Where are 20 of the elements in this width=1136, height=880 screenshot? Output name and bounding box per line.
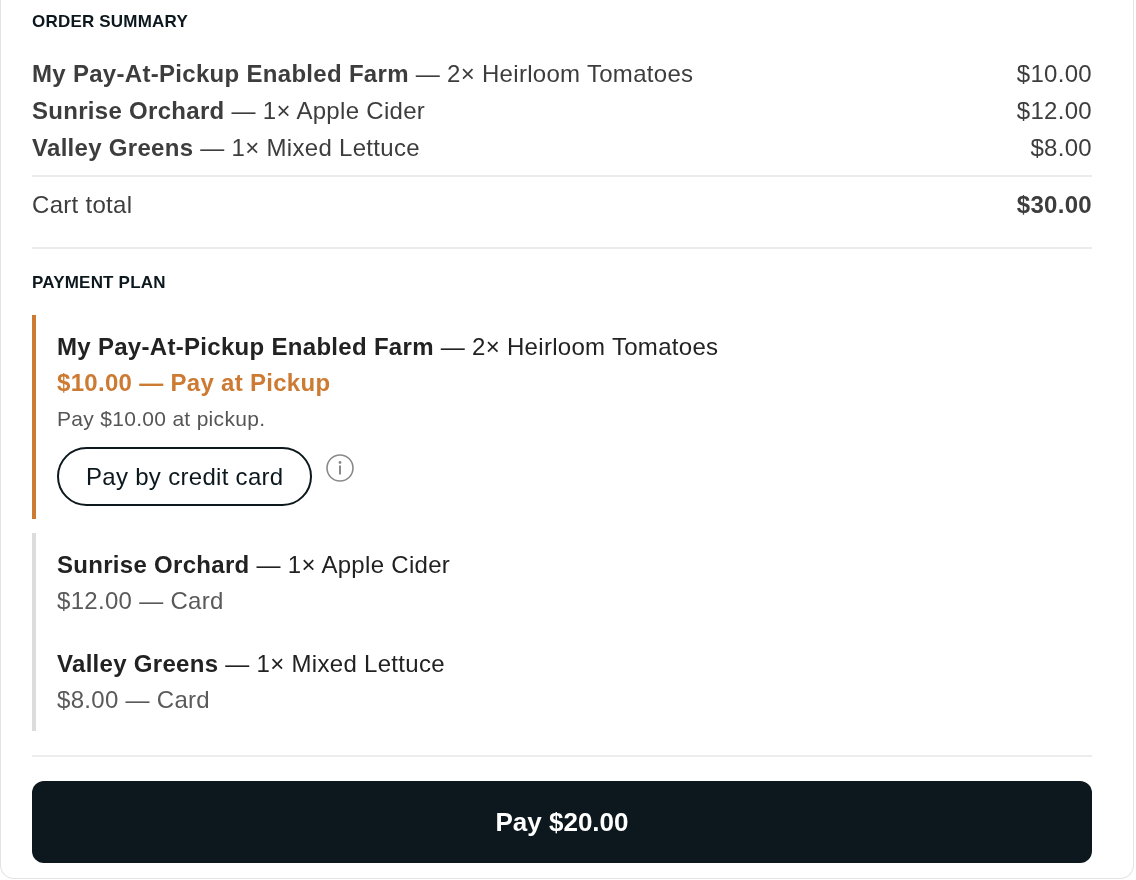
pay-button[interactable]: Pay $20.00	[32, 781, 1092, 863]
info-icon[interactable]	[326, 454, 355, 482]
plan-item-status: $8.00 — Card	[57, 685, 210, 715]
section-heading: ORDER SUMMARY	[32, 12, 189, 32]
plan-item-status: $12.00 — Card	[57, 586, 224, 616]
plan-item-title: Sunrise Orchard — 1× Apple Cider	[57, 550, 451, 580]
order-line-text: My Pay-At-Pickup Enabled Farm — 2× Heirloom Tomatoes	[32, 58, 694, 89]
order-line-price: $8.00	[1030, 132, 1092, 163]
plan-item-title: My Pay-At-Pickup Enabled Farm — 2× Heirloom Tomatoes	[57, 332, 719, 362]
plan-item-title: Valley Greens — 1× Mixed Lettuce	[57, 649, 445, 679]
order-line-text: Sunrise Orchard — 1× Apple Cider	[32, 95, 426, 126]
order-line-price: $12.00	[1016, 95, 1092, 126]
plan-item-status: $10.00 — Pay at Pickup	[57, 368, 331, 398]
order-line-text: Valley Greens — 1× Mixed Lettuce	[32, 132, 420, 163]
section-heading: PAYMENT PLAN	[32, 273, 167, 293]
order-line-price: $10.00	[1016, 58, 1092, 89]
pay-by-card-button[interactable]: Pay by credit card	[57, 447, 313, 506]
plan-item-note: Pay $10.00 at pickup.	[57, 406, 266, 432]
cart-total-label: Cart total	[32, 190, 133, 220]
cart-total-value: $30.00	[1016, 190, 1092, 220]
